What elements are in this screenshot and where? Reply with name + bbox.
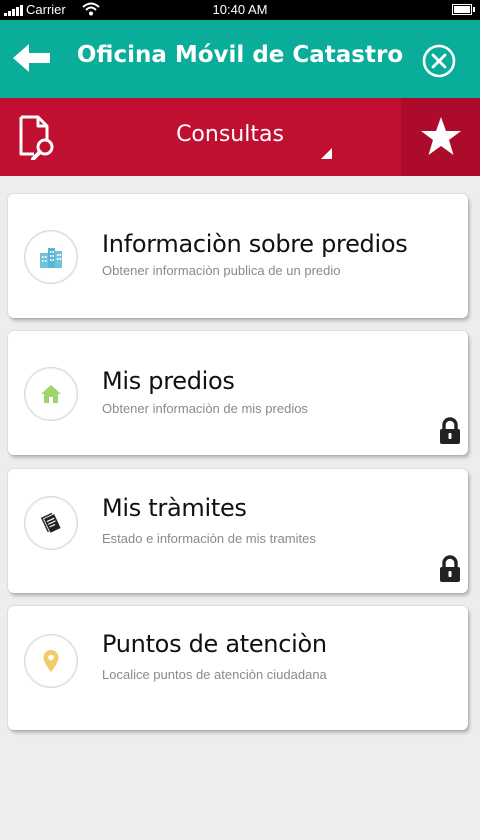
menu-item-mis-tramites[interactable]: Mis tràmites Estado e informaciòn de mis… [8, 469, 468, 593]
menu-item-title: Mis predios [102, 367, 235, 395]
buildings-icon [40, 248, 62, 268]
menu-item-description: Obtener informaciòn publica de un predio [102, 263, 341, 278]
lock-icon [438, 555, 462, 583]
app-header: Oficina Móvil de Catastro [0, 20, 480, 98]
menu-item-description: Localice puntos de atenciòn ciudadana [102, 667, 327, 682]
section-dropdown[interactable]: Consultas [120, 122, 340, 147]
document-search-icon [18, 114, 58, 161]
star-icon [421, 117, 461, 155]
menu-item-title: Informaciòn sobre predios [102, 230, 408, 258]
menu-item-mis-predios[interactable]: Mis predios Obtener informaciòn de mis p… [8, 331, 468, 455]
menu-item-description: Estado e informaciòn de mis tramites [102, 531, 316, 546]
status-time: 10:40 AM [212, 2, 268, 17]
close-button[interactable] [422, 44, 456, 78]
home-icon [41, 385, 61, 403]
dropdown-caret-icon[interactable] [321, 148, 332, 159]
page-title: Oficina Móvil de Catastro [76, 42, 404, 68]
arrow-left-icon [13, 44, 50, 72]
documents-icon [40, 512, 62, 534]
menu-item-description: Obtener informaciòn de mis predios [102, 401, 308, 416]
map-pin-icon [43, 650, 59, 672]
close-circle-icon [422, 44, 456, 78]
menu-item-title: Mis tràmites [102, 494, 247, 522]
section-bar: Consultas [0, 98, 480, 176]
menu-item-puntos-atencion[interactable]: Puntos de atenciòn Localice puntos de at… [8, 606, 468, 730]
favorites-button[interactable] [401, 98, 480, 176]
back-button[interactable] [10, 40, 52, 76]
lock-icon [438, 417, 462, 445]
menu-item-informacion-predios[interactable]: Informaciòn sobre predios Obtener inform… [8, 194, 468, 318]
status-bar: Carrier 10:40 AM [0, 0, 480, 20]
battery-icon [452, 4, 475, 15]
menu-item-title: Puntos de atenciòn [102, 630, 327, 658]
